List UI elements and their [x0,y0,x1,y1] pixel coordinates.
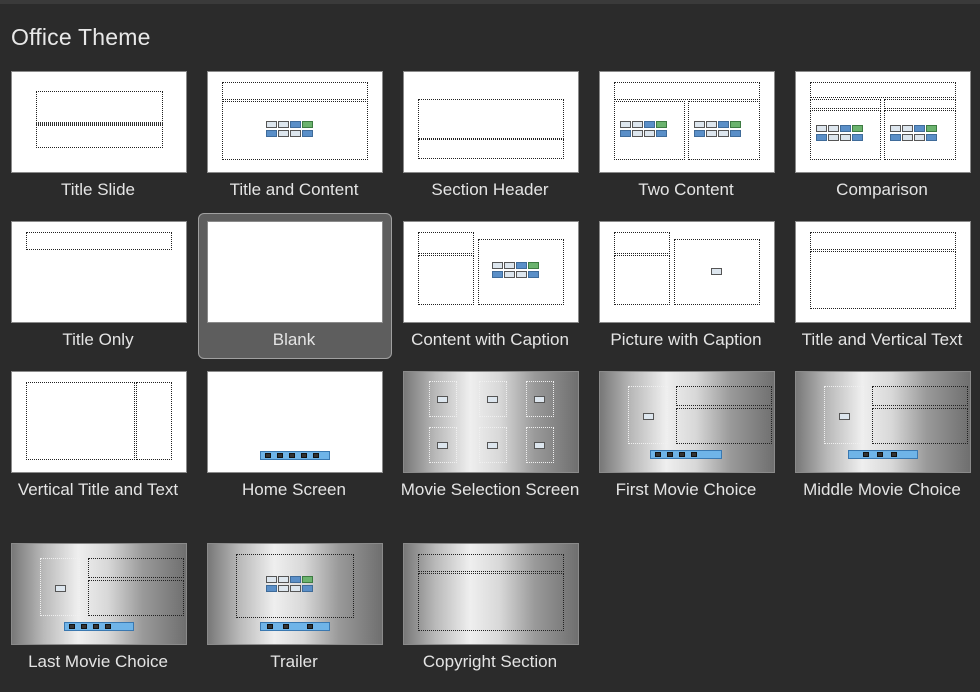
thumbnail-movie-selection-screen [403,371,579,473]
thumbnail-trailer [207,543,383,645]
layout-label: Title and Vertical Text [801,330,963,349]
layout-label: Picture with Caption [610,330,762,349]
layout-gallery-panel: Office Theme Title Slide Title and Conte… [0,4,980,692]
thumbnail-picture-with-caption [599,221,775,323]
thumbnail-copyright-section [403,543,579,645]
layout-label: Title and Content [229,180,359,199]
layout-label: Vertical Title and Text [17,480,179,499]
thumbnail-home-screen [207,371,383,473]
thumbnail-first-movie-choice [599,371,775,473]
thumbnail-middle-movie-choice [795,371,971,473]
thumbnail-section-header [403,71,579,173]
layout-label: Title Only [62,330,134,349]
layout-label: Title Slide [60,180,135,199]
thumbnail-comparison [795,71,971,173]
layout-label: Comparison [836,180,928,199]
layout-label: Trailer [270,652,318,671]
thumbnail-content-with-caption [403,221,579,323]
thumbnail-title-and-content [207,71,383,173]
layout-label: First Movie Choice [615,480,757,499]
thumbnail-blank [207,221,383,323]
layout-label: Content with Caption [411,330,569,349]
layout-label: Home Screen [242,480,346,499]
layout-label: Two Content [638,180,734,199]
thumbnail-title-and-vertical-text [795,221,971,323]
layout-label: Copyright Section [422,652,558,671]
thumbnail-last-movie-choice [11,543,187,645]
thumbnail-vertical-title-and-text [11,371,187,473]
thumbnail-two-content [599,71,775,173]
layout-label: Blank [272,330,316,349]
layout-label: Middle Movie Choice [803,480,961,499]
layout-label: Section Header [431,180,549,199]
layout-label: Movie Selection Screen [400,480,580,499]
gallery-header: Office Theme [11,24,151,50]
layout-label: Last Movie Choice [28,652,168,671]
thumbnail-title-slide [11,71,187,173]
thumbnail-title-only [11,221,187,323]
